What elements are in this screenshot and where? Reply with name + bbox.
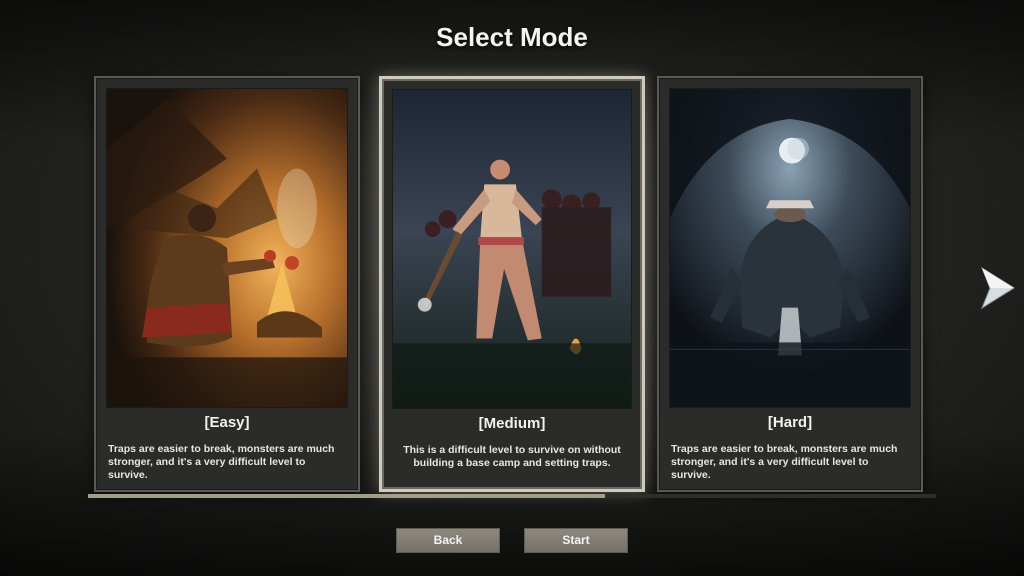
chevron-right-icon[interactable] bbox=[978, 266, 1016, 310]
mode-card-easy[interactable]: [Easy] Traps are easier to break, monste… bbox=[94, 76, 360, 492]
mode-description: This is a difficult level to survive on … bbox=[403, 444, 621, 470]
mode-card-medium[interactable]: [Medium] This is a difficult level to su… bbox=[379, 76, 645, 492]
mode-description: Traps are easier to break, monsters are … bbox=[671, 443, 898, 482]
torch-survivor-art bbox=[392, 89, 632, 409]
mode-title: [Easy] bbox=[204, 414, 250, 431]
start-button[interactable]: Start bbox=[524, 528, 628, 553]
mode-description: Traps are easier to break, monsters are … bbox=[108, 443, 335, 482]
carousel-progress-bar bbox=[88, 494, 936, 498]
mode-card-hard[interactable]: [Hard] Traps are easier to break, monste… bbox=[657, 76, 923, 492]
mode-title: [Hard] bbox=[767, 414, 813, 431]
mode-title: [Medium] bbox=[478, 415, 546, 432]
campfire-survivor-art bbox=[106, 88, 348, 408]
back-button[interactable]: Back bbox=[396, 528, 500, 553]
page-title: Select Mode bbox=[436, 22, 588, 52]
cave-monster-art bbox=[669, 88, 911, 408]
carousel-progress-fill bbox=[88, 494, 606, 498]
